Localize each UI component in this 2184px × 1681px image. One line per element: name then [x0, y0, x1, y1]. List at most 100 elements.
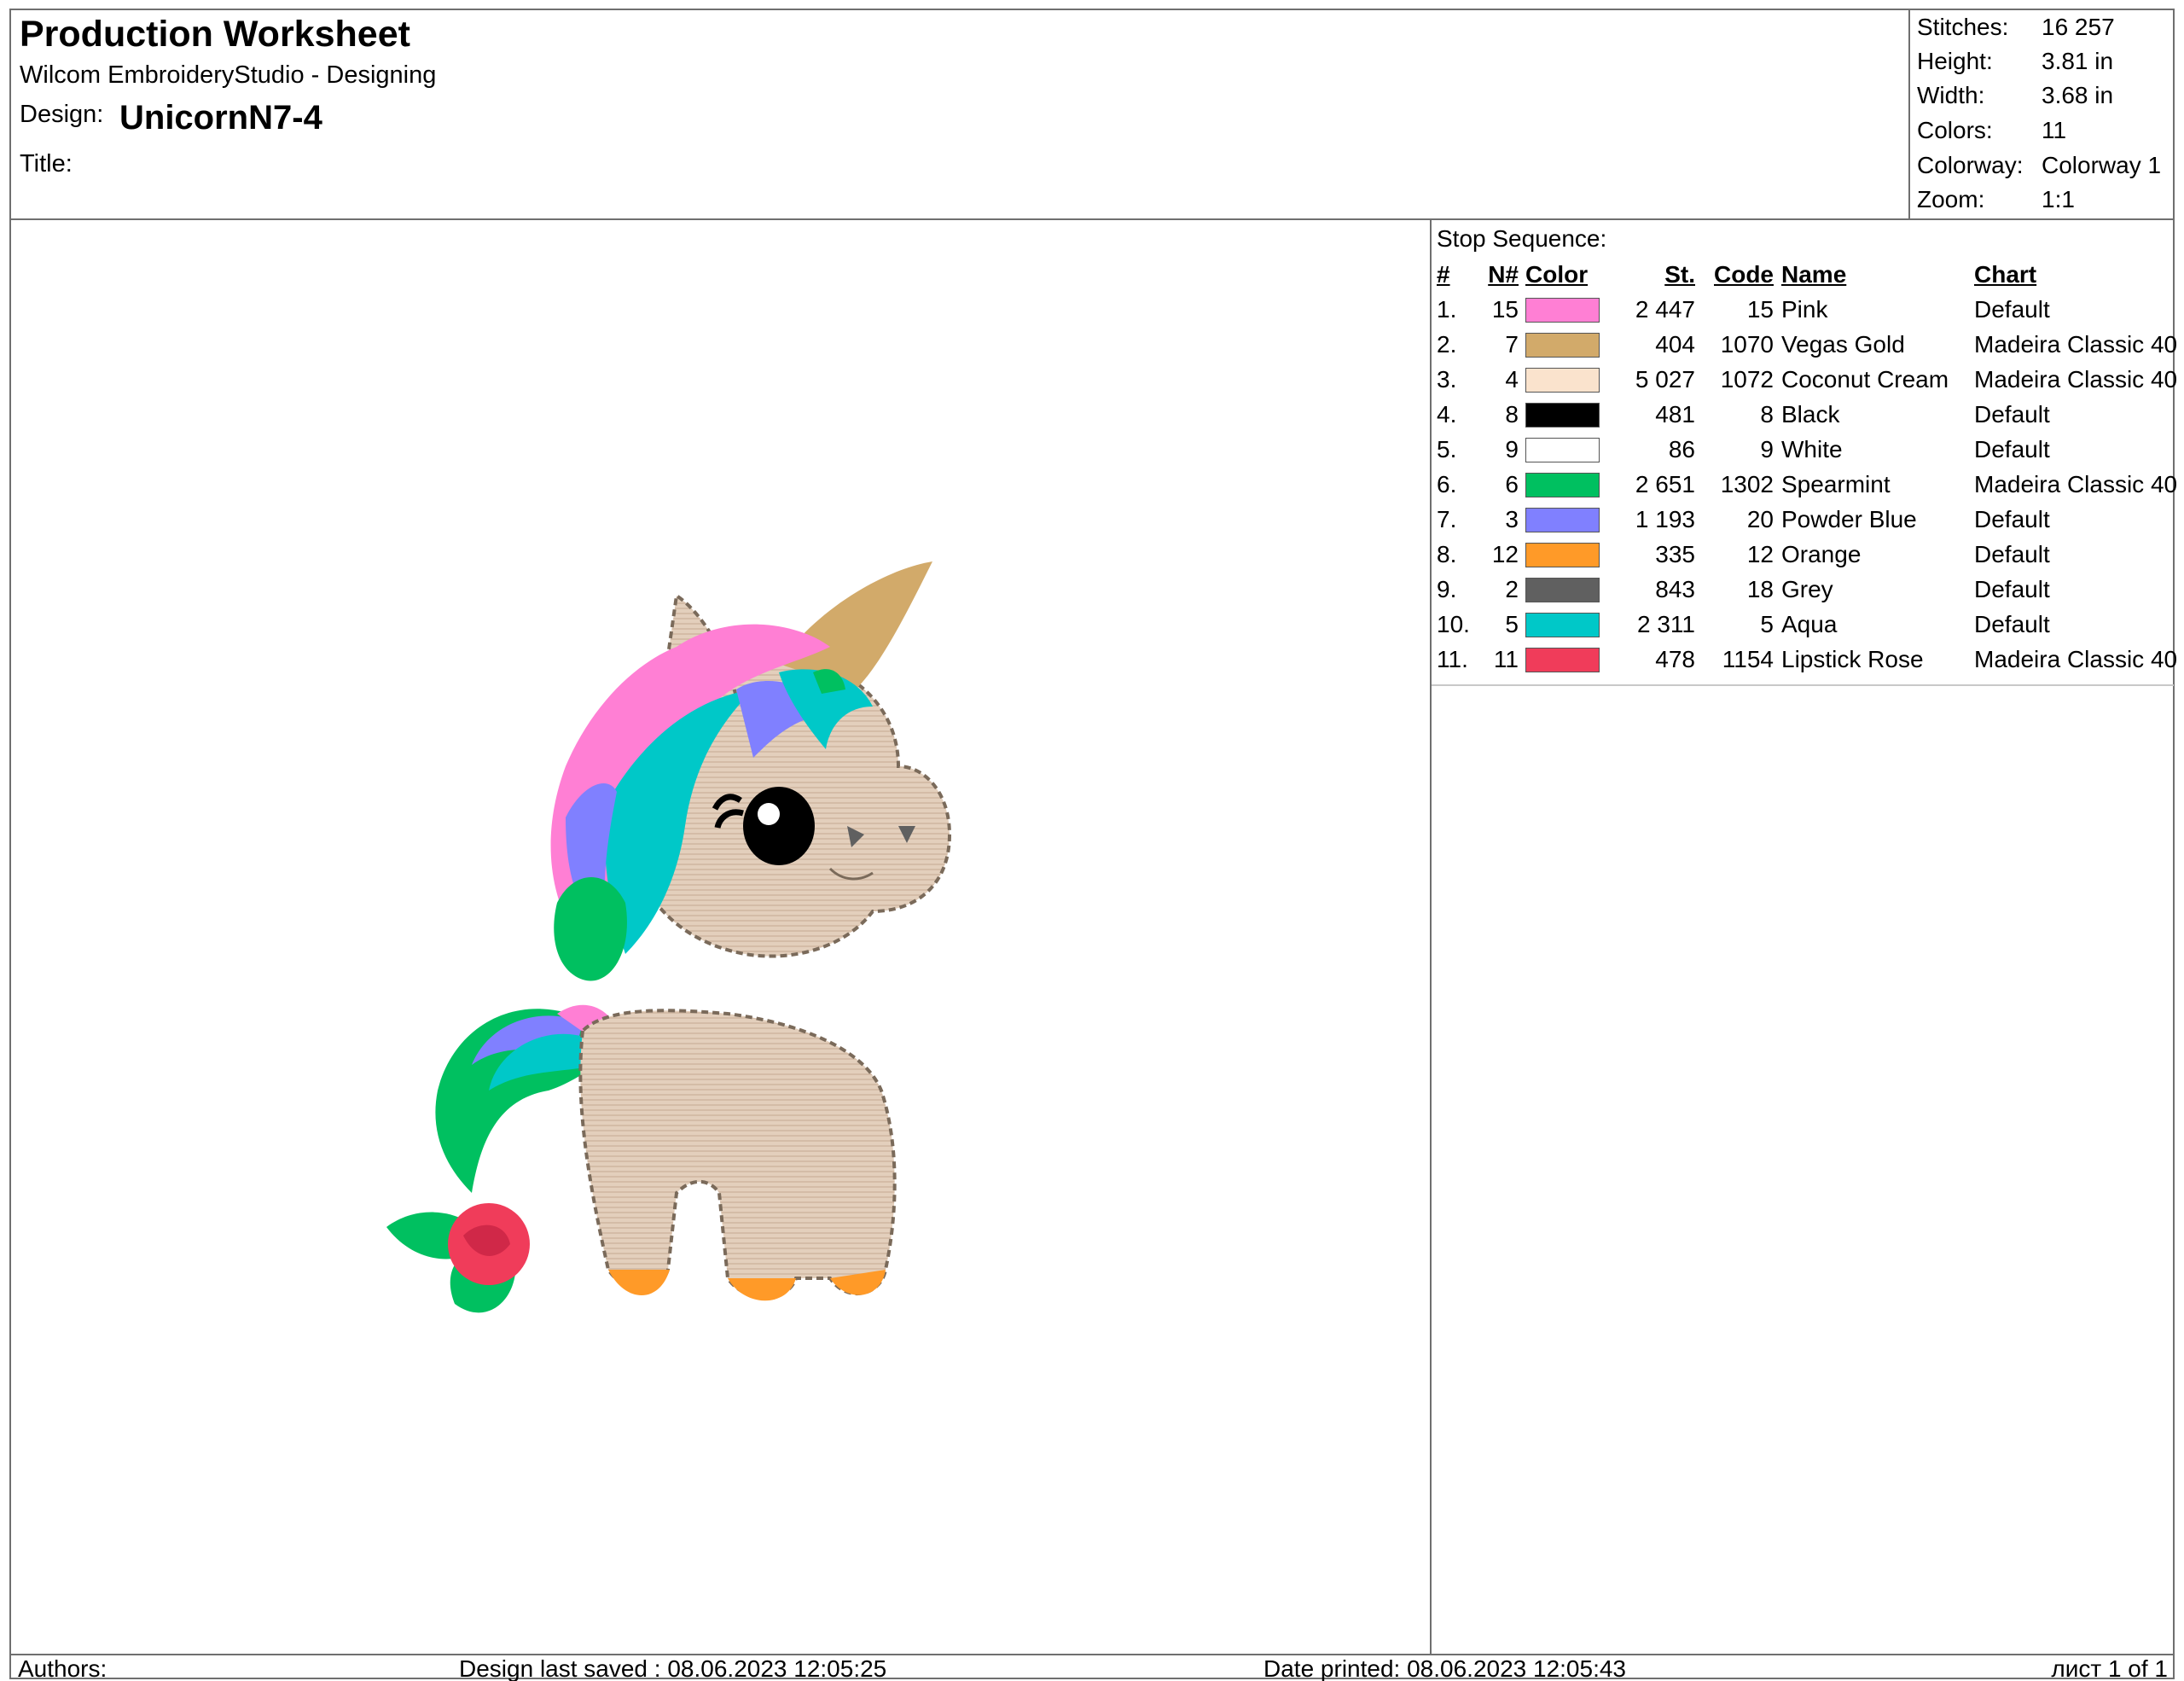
table-row: 5. 9 86 9 White Default	[1432, 433, 2174, 468]
cell-stitches: 843	[1655, 576, 1695, 602]
cell-index: 5.	[1437, 436, 1457, 462]
color-swatch	[1525, 613, 1600, 637]
cell-index: 6.	[1437, 471, 1457, 497]
cell-index: 11.	[1437, 646, 1468, 672]
cell-code: 1154	[1722, 646, 1774, 672]
cell-needle: 3	[1505, 506, 1519, 532]
cell-code: 18	[1746, 576, 1774, 602]
cell-chart: Default	[1974, 506, 2050, 532]
stat-width: Width: 3.68 in	[1910, 79, 2175, 113]
cell-stitches: 478	[1655, 646, 1695, 672]
color-swatch	[1525, 648, 1600, 672]
table-row: 11. 11 478 1154 Lipstick Rose Madeira Classic…	[1432, 643, 2178, 678]
color-swatch	[1525, 578, 1600, 602]
cell-code: 20	[1746, 506, 1774, 532]
col-header-name: Name	[1781, 261, 1847, 288]
cell-chart: Madeira Classic 40	[1974, 471, 2178, 497]
cell-name: Orange	[1781, 541, 1862, 567]
cell-name: Powder Blue	[1781, 506, 1917, 532]
stat-label: Colors:	[1917, 117, 1993, 143]
stat-colors: Colors: 11	[1910, 113, 2175, 148]
cell-code: 12	[1746, 541, 1774, 567]
cell-needle: 7	[1505, 331, 1519, 358]
cell-chart: Madeira Classic 40	[1974, 366, 2178, 393]
cell-needle: 9	[1505, 436, 1519, 462]
production-worksheet: Production Worksheet Wilcom EmbroiderySt…	[9, 9, 2178, 1681]
date-printed: Date printed: 08.06.2023 12:05:43	[1263, 1655, 1627, 1681]
cell-needle: 4	[1505, 366, 1519, 393]
table-row: 7. 3 1 193 20 Powder Blue Default	[1432, 503, 2174, 538]
cell-name: Coconut Cream	[1781, 366, 1949, 393]
color-swatch	[1525, 473, 1600, 497]
cell-index: 1.	[1437, 296, 1457, 323]
cell-index: 3.	[1437, 366, 1457, 393]
cell-needle: 6	[1505, 471, 1519, 497]
cell-chart: Default	[1974, 401, 2050, 428]
color-swatch	[1525, 438, 1600, 462]
table-row: 8. 12 335 12 Orange Default	[1432, 538, 2174, 573]
table-body: 1. 15 2 447 15 Pink Default 2. 7 404 1070 Vegas Go…	[1432, 293, 2178, 678]
color-swatch	[1525, 298, 1600, 323]
stat-label: Width:	[1917, 82, 1985, 108]
table-row: 3. 4 5 027 1072 Coconut Cream Madeira Classic…	[1432, 363, 2178, 398]
col-header-chart: Chart	[1974, 261, 2037, 288]
cell-needle: 2	[1505, 576, 1519, 602]
cell-name: Pink	[1781, 296, 1828, 323]
cell-chart: Madeira Classic 40	[1974, 646, 2178, 672]
worksheet-header: Production Worksheet Wilcom EmbroiderySt…	[11, 10, 2173, 220]
cell-code: 9	[1760, 436, 1774, 462]
unicorn-embroidery-image	[386, 561, 952, 1313]
cell-stitches: 335	[1655, 541, 1695, 567]
table-row: 9. 2 843 18 Grey Default	[1432, 573, 2174, 608]
cell-stitches: 2 447	[1635, 296, 1695, 323]
cell-chart: Default	[1974, 611, 2050, 637]
stat-value: 1:1	[2042, 186, 2075, 212]
cell-needle: 12	[1491, 541, 1519, 567]
stop-sequence-table: # N# Color St. Code Name Chart 1. 15 2 447…	[1432, 258, 2178, 686]
cell-chart: Default	[1974, 436, 2050, 462]
cell-code: 1302	[1720, 471, 1774, 497]
cell-stitches: 86	[1668, 436, 1695, 462]
table-header: # N# Color St. Code Name Chart	[1432, 258, 2174, 293]
stat-height: Height: 3.81 in	[1910, 44, 2175, 79]
design-name: UnicornN7-4	[119, 99, 322, 137]
design-stats-panel: Stitches: 16 257 Height: 3.81 in Width: …	[1908, 10, 2173, 218]
cell-name: Grey	[1781, 576, 1833, 602]
col-header-code: Code	[1714, 261, 1774, 288]
col-header-index: #	[1437, 261, 1450, 288]
cell-index: 8.	[1437, 541, 1457, 567]
stat-value: 16 257	[2042, 14, 2115, 40]
cell-code: 8	[1760, 401, 1774, 428]
stop-sequence-panel: Stop Sequence: # N# Color St. Code Name …	[1430, 220, 2178, 1654]
stat-colorway: Colorway: Colorway 1	[1910, 148, 2175, 183]
cell-name: Aqua	[1781, 611, 1838, 637]
title-label: Title:	[20, 150, 73, 177]
table-row: 10. 5 2 311 5 Aqua Default	[1432, 608, 2174, 643]
cell-stitches: 1 193	[1635, 506, 1695, 532]
stat-label: Colorway:	[1917, 152, 2024, 178]
cell-stitches: 404	[1655, 331, 1695, 358]
color-swatch	[1525, 403, 1600, 428]
col-header-stitches: St.	[1664, 261, 1695, 288]
cell-needle: 5	[1505, 611, 1519, 637]
page-number: лист 1 of 1	[2051, 1655, 2168, 1681]
cell-index: 7.	[1437, 506, 1457, 532]
application-name: Wilcom EmbroideryStudio - Designing	[20, 61, 437, 89]
stat-label: Height:	[1917, 48, 1993, 74]
cell-needle: 11	[1493, 646, 1519, 672]
stop-sequence-label: Stop Sequence:	[1437, 225, 1607, 252]
color-swatch	[1525, 508, 1600, 532]
cell-name: Vegas Gold	[1781, 331, 1905, 358]
cell-stitches: 5 027	[1635, 366, 1695, 393]
worksheet-footer: Authors: Design last saved : 08.06.2023 …	[11, 1654, 2173, 1681]
cell-chart: Default	[1974, 296, 2050, 323]
cell-code: 1072	[1720, 366, 1774, 393]
cell-stitches: 481	[1655, 401, 1695, 428]
color-swatch	[1525, 543, 1600, 567]
table-row: 4. 8 481 8 Black Default	[1432, 398, 2174, 433]
table-row: 2. 7 404 1070 Vegas Gold Madeira Classic 40	[1432, 328, 2177, 363]
cell-index: 10.	[1437, 611, 1470, 637]
stat-zoom: Zoom: 1:1	[1910, 183, 2175, 217]
stat-label: Stitches:	[1917, 14, 2009, 40]
design-preview	[11, 220, 1430, 1654]
